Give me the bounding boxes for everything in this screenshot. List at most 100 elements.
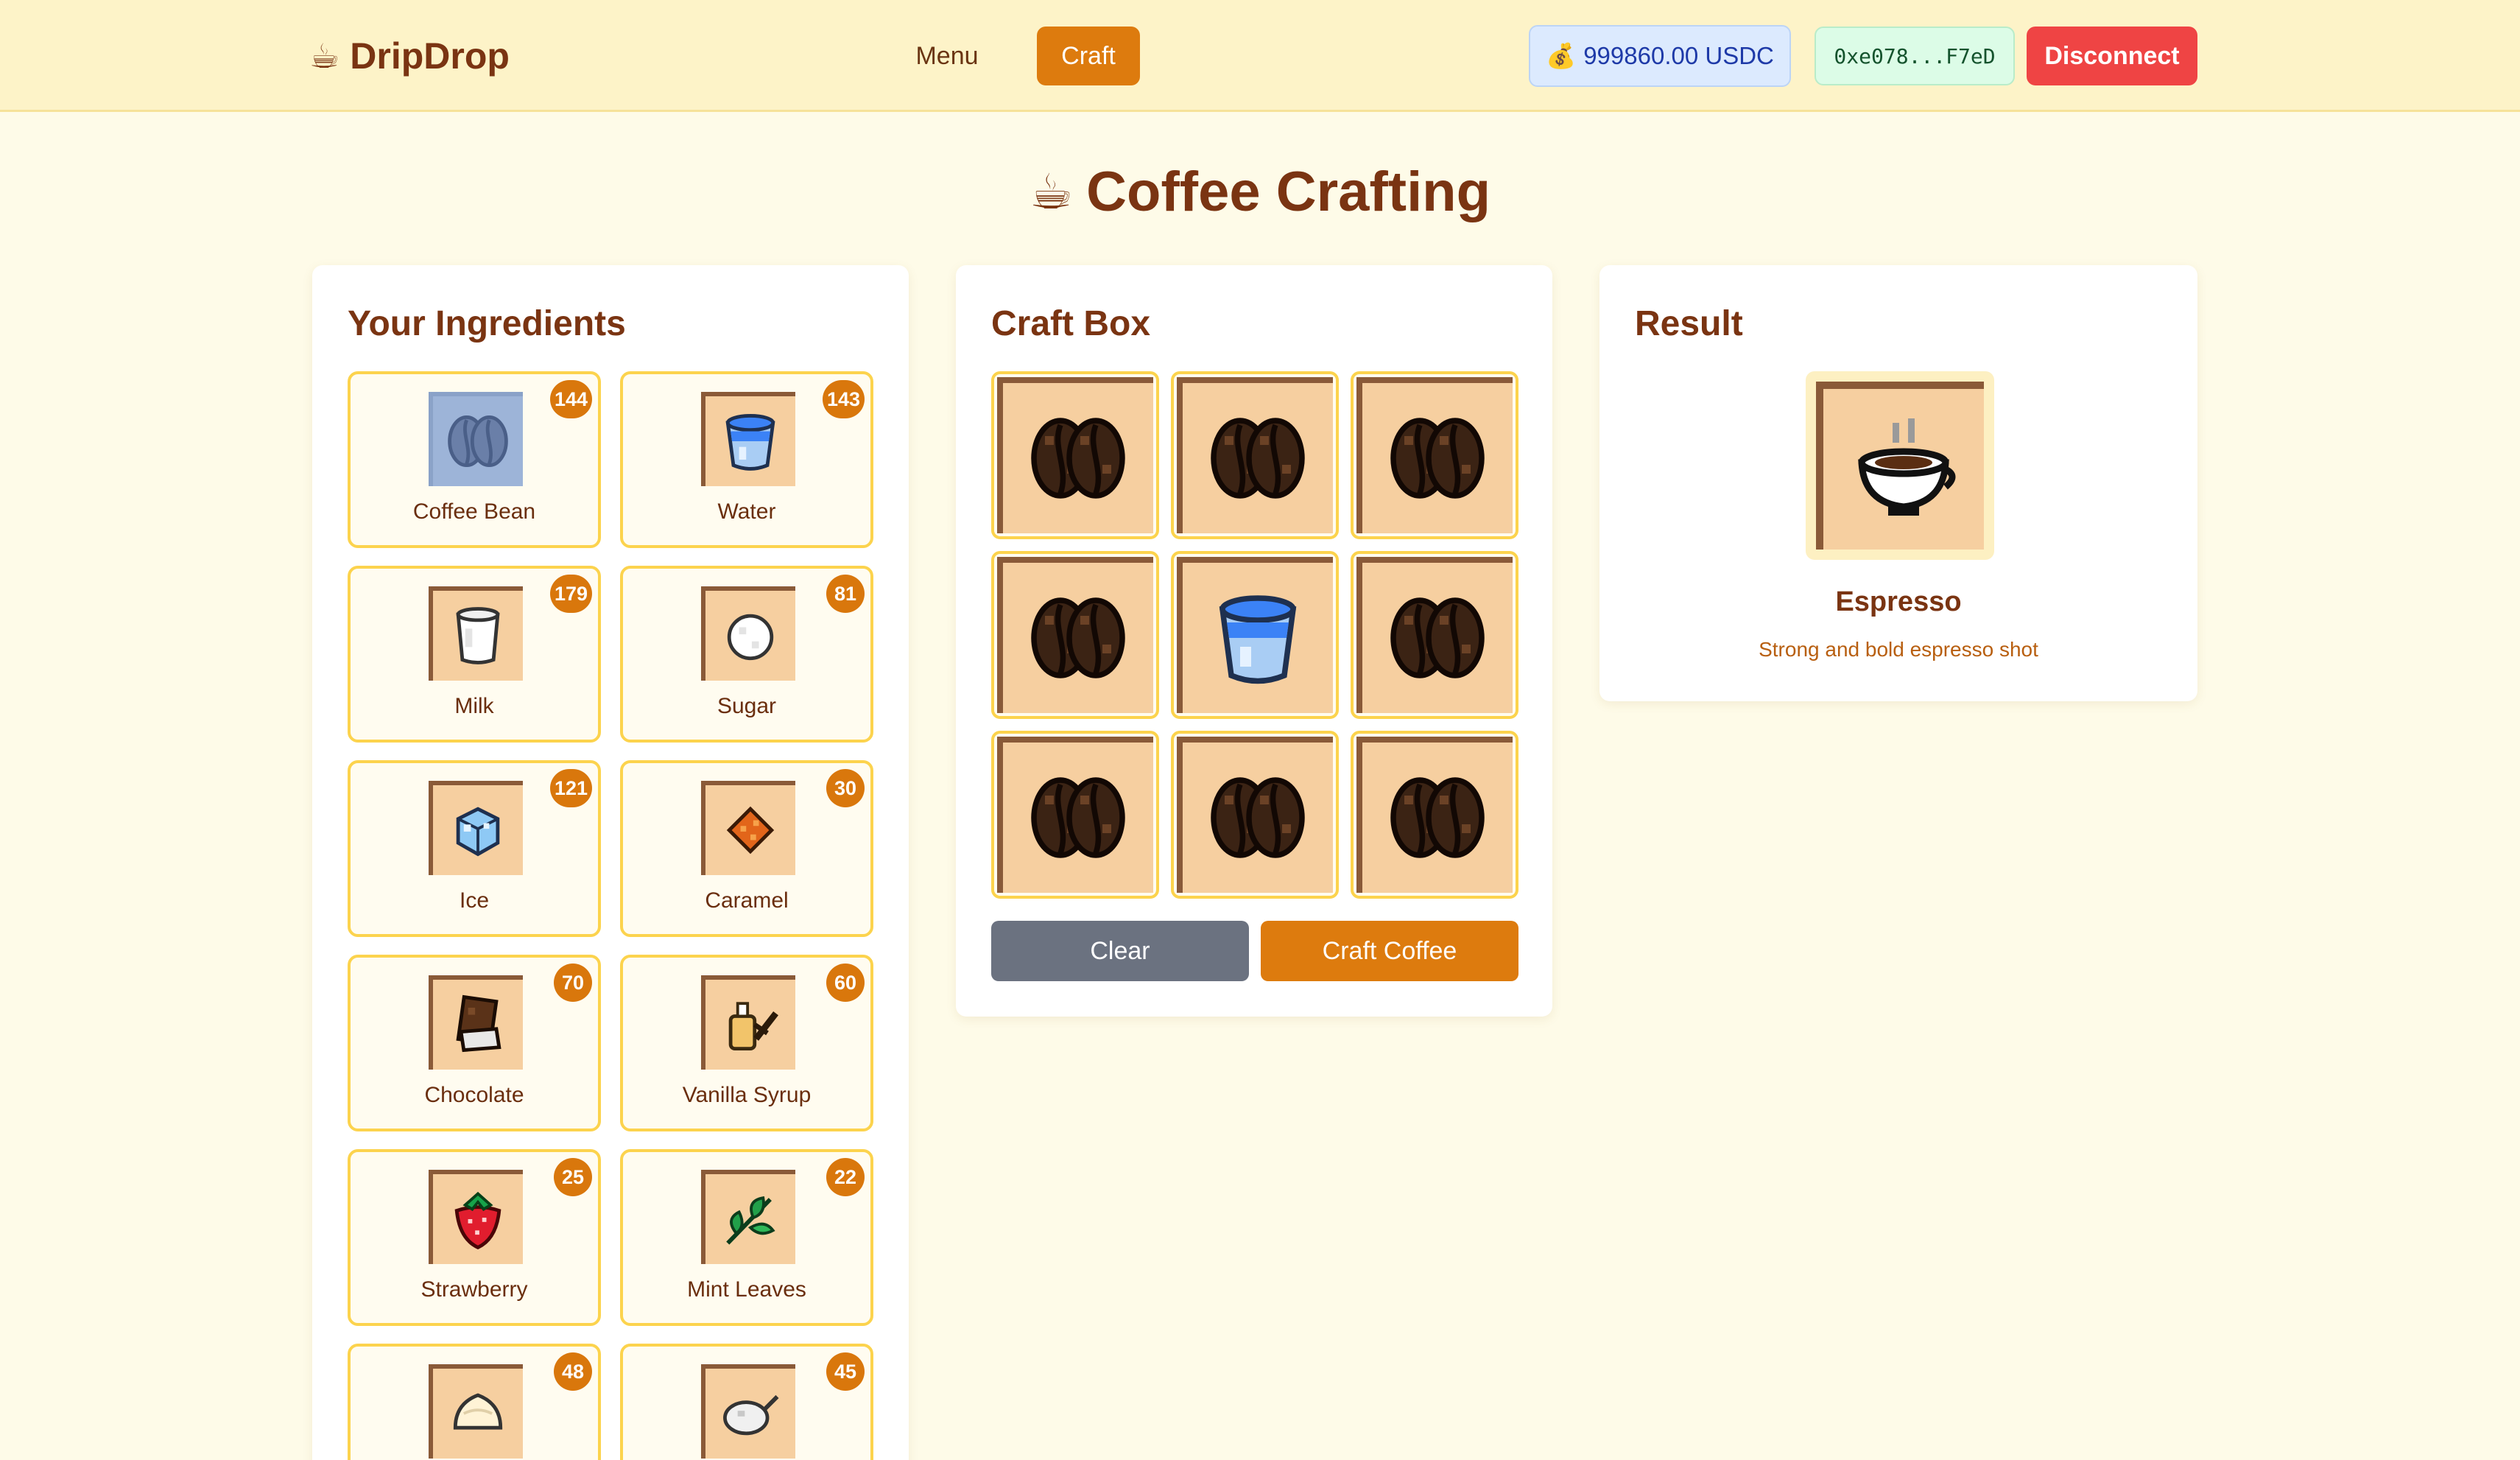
ingredient-name: Water	[717, 499, 776, 524]
ingredient-card[interactable]: 179 Milk	[348, 566, 601, 743]
ingredient-image	[429, 781, 523, 875]
result-name: Espresso	[1835, 586, 1962, 617]
ingredient-card[interactable]: 70 Chocolate	[348, 955, 601, 1131]
ingredient-card[interactable]: 48	[348, 1344, 601, 1460]
craft-slot[interactable]	[1171, 731, 1339, 899]
coffee-bean-icon	[1382, 762, 1493, 873]
ingredient-card[interactable]: 144 Coffee Bean	[348, 371, 601, 548]
ingredient-count-badge: 22	[826, 1158, 865, 1196]
craft-slot[interactable]	[1351, 371, 1518, 539]
ingredient-count-badge: 121	[549, 769, 592, 807]
ingredient-card[interactable]: 143 Water	[620, 371, 873, 548]
ingredient-image	[429, 392, 523, 486]
result-panel: Result Espresso Strong and bold espresso…	[1599, 265, 2197, 701]
ingredient-name: Sugar	[717, 694, 777, 718]
coffee-cup-icon: ☕	[309, 37, 340, 75]
espresso-cup-icon	[1848, 414, 1959, 524]
ingredient-image	[429, 1364, 523, 1459]
coffee-bean-icon	[1023, 762, 1133, 873]
craft-slot[interactable]	[1171, 551, 1339, 719]
vanilla-syrup-icon	[715, 989, 786, 1060]
ingredient-image	[429, 975, 523, 1070]
water-icon	[715, 406, 786, 477]
craft-box-panel: Craft Box Clear Craft Coffee	[956, 265, 1552, 1017]
ingredient-image	[701, 1364, 795, 1459]
page-title-text: Coffee Crafting	[1086, 160, 1491, 223]
disconnect-button[interactable]: Disconnect	[2027, 27, 2197, 85]
sugar-icon	[715, 600, 786, 671]
craft-slot[interactable]	[991, 731, 1159, 899]
clear-button[interactable]: Clear	[991, 921, 1249, 981]
ingredients-title: Your Ingredients	[348, 304, 626, 343]
craft-box-title: Craft Box	[991, 304, 1151, 343]
ingredient-name: Caramel	[705, 888, 789, 913]
whipped-cream-icon	[443, 1378, 513, 1449]
result-image-frame	[1806, 371, 1994, 560]
strawberry-icon	[443, 1184, 513, 1254]
ingredient-card[interactable]: 25 Strawberry	[348, 1149, 601, 1326]
ingredient-name: Mint Leaves	[687, 1277, 806, 1302]
craft-slot[interactable]	[991, 371, 1159, 539]
tea-icon	[715, 1378, 786, 1449]
craft-coffee-button[interactable]: Craft Coffee	[1261, 921, 1518, 981]
coffee-bean-icon	[1023, 403, 1133, 513]
ingredient-count-badge: 48	[554, 1352, 592, 1391]
mint-leaves-icon	[715, 1184, 786, 1254]
ingredient-count-badge: 144	[549, 380, 592, 418]
nav-menu-link[interactable]: Menu	[893, 27, 1002, 85]
milk-icon	[443, 600, 513, 671]
ingredient-count-badge: 60	[826, 964, 865, 1002]
caramel-icon	[715, 795, 786, 866]
ingredient-count-badge: 45	[826, 1352, 865, 1391]
ingredient-name: Coffee Bean	[412, 499, 536, 524]
ingredient-image	[429, 586, 523, 681]
ingredient-image	[701, 781, 795, 875]
top-nav-bar: ☕ DripDrop Menu Craft 💰 999860.00 USDC 0…	[0, 0, 2520, 112]
balance-value: 999860.00 USDC	[1583, 42, 1774, 69]
ingredient-count-badge: 143	[822, 380, 865, 418]
coffee-cup-icon: ☕	[1029, 164, 1074, 219]
ingredient-card[interactable]: 30 Caramel	[620, 760, 873, 937]
ingredient-card[interactable]: 81 Sugar	[620, 566, 873, 743]
page-title: ☕ Coffee Crafting	[0, 155, 2520, 228]
ingredient-name: Chocolate	[424, 1083, 524, 1107]
water-icon	[1203, 583, 1313, 693]
ingredient-card[interactable]: 45	[620, 1344, 873, 1460]
ingredient-name: Strawberry	[420, 1277, 528, 1302]
ingredient-card[interactable]: 60 Vanilla Syrup	[620, 955, 873, 1131]
ingredient-count-badge: 30	[826, 769, 865, 807]
brand-logo[interactable]: ☕ DripDrop	[309, 31, 510, 81]
coffee-bean-icon	[443, 406, 513, 477]
result-title: Result	[1635, 304, 1743, 343]
craft-slot[interactable]	[991, 551, 1159, 719]
coffee-bean-icon	[1203, 403, 1313, 513]
craft-slot[interactable]	[1351, 551, 1518, 719]
ingredient-name: Milk	[454, 694, 494, 718]
ingredient-name: Ice	[459, 888, 490, 913]
ingredient-count-badge: 25	[554, 1158, 592, 1196]
ingredient-image	[701, 975, 795, 1070]
ingredient-count-badge: 70	[554, 964, 592, 1002]
money-bag-icon: 💰	[1546, 41, 1577, 69]
wallet-address[interactable]: 0xe078...F7eD	[1815, 27, 2015, 85]
chocolate-icon	[443, 989, 513, 1060]
coffee-bean-icon	[1203, 762, 1313, 873]
nav-craft-link[interactable]: Craft	[1037, 27, 1140, 85]
balance-badge: 💰 999860.00 USDC	[1529, 25, 1791, 87]
coffee-bean-icon	[1382, 403, 1493, 513]
ingredient-image	[701, 586, 795, 681]
coffee-bean-icon	[1023, 583, 1133, 693]
ingredient-count-badge: 81	[826, 575, 865, 613]
craft-slot[interactable]	[1351, 731, 1518, 899]
ingredients-panel: Your Ingredients 144 Coffee Bean 143 Water 1…	[312, 265, 909, 1460]
ice-icon	[443, 795, 513, 866]
ingredient-name: Vanilla Syrup	[682, 1083, 812, 1107]
ingredient-card[interactable]: 121 Ice	[348, 760, 601, 937]
coffee-bean-icon	[1382, 583, 1493, 693]
ingredient-image	[429, 1170, 523, 1264]
brand-name: DripDrop	[350, 35, 510, 77]
craft-slot[interactable]	[1171, 371, 1339, 539]
ingredient-card[interactable]: 22 Mint Leaves	[620, 1149, 873, 1326]
ingredient-image	[701, 392, 795, 486]
result-description: Strong and bold espresso shot	[1759, 638, 2038, 661]
